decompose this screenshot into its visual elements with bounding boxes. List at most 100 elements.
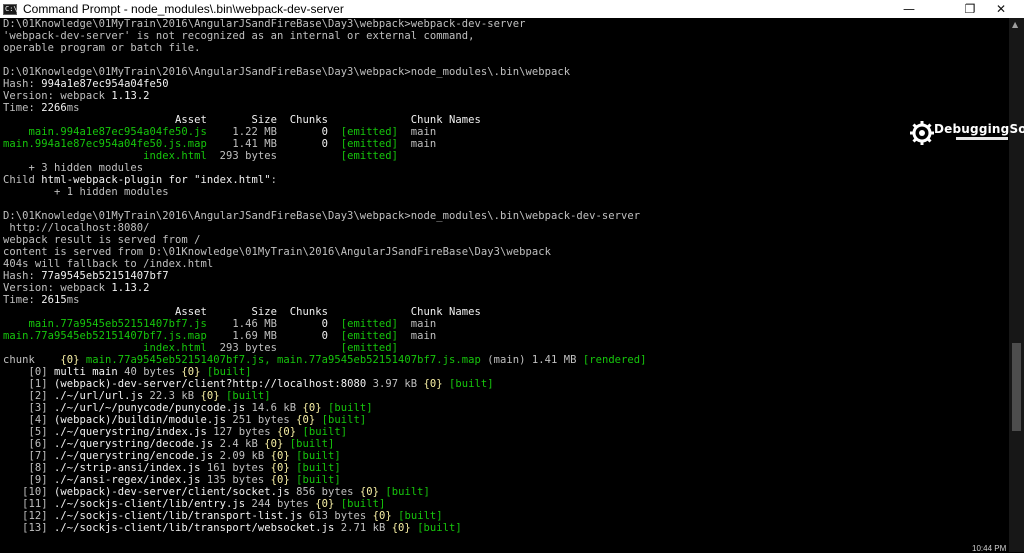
- console-text-segment: {0}: [264, 438, 284, 450]
- console-line: Asset Size Chunks Chunk Names: [3, 114, 1007, 126]
- cmd-app-icon[interactable]: C:\: [3, 3, 18, 15]
- console-text-segment: 127 bytes: [206, 426, 277, 438]
- console-text-segment: + 3 hidden modules: [3, 162, 144, 174]
- console-text-segment: http://localhost:8080/: [3, 222, 150, 234]
- console-text-segment: Asset Size Chunks Chunk Names: [3, 306, 481, 318]
- console-text-segment: 2.09 kB: [213, 450, 271, 462]
- console-text-segment: 14.6 kB: [245, 402, 303, 414]
- console-text-segment: [built]: [296, 450, 341, 462]
- console-text-segment: D:\01Knowledge\01MyTrain\2016\AngularJSa…: [3, 18, 526, 30]
- console-line: index.html 293 bytes [emitted]: [3, 150, 1007, 162]
- console-line: Time: 2266ms: [3, 102, 1007, 114]
- console-line: [12] ./~/sockjs-client/lib/transport-lis…: [3, 510, 1007, 522]
- console-text-segment: ./~/sockjs-client/lib/entry.js: [53, 498, 246, 510]
- console-text-segment: (main) 1.41 MB: [480, 354, 583, 366]
- close-button[interactable]: ✕: [978, 0, 1024, 18]
- console-text-segment: 2.71 kB: [334, 522, 392, 534]
- console-line: [4] (webpack)/buildin/module.js 251 byte…: [3, 414, 1007, 426]
- console-text-segment: {0}: [423, 378, 443, 390]
- vertical-scrollbar[interactable]: ▲: [1009, 18, 1024, 552]
- console-text-segment: [8]: [3, 462, 54, 474]
- console-text-segment: [built]: [340, 498, 386, 510]
- console-line: main.77a9545eb52151407bf7.js.map 1.69 MB…: [3, 330, 1007, 342]
- console-text-segment: [built]: [289, 438, 335, 450]
- console-text-segment: [built]: [226, 390, 271, 402]
- cmd-icon-label: C:\: [5, 4, 18, 13]
- console-text-segment: {0}: [60, 354, 80, 366]
- console-text-segment: 77a9545eb52151407bf7: [41, 270, 169, 282]
- scrollbar-thumb[interactable]: [1012, 343, 1021, 431]
- console-line: Time: 2615ms: [3, 294, 1007, 306]
- console-text-segment: 251 bytes: [226, 414, 297, 426]
- console-text-segment: [9]: [3, 474, 54, 486]
- console-text-segment: [328, 126, 341, 138]
- console-text-segment: [built]: [398, 510, 443, 522]
- console-text-segment: 1.46 MB: [206, 318, 322, 330]
- console-text-segment: [2]: [3, 390, 54, 402]
- console-text-segment: 244 bytes: [245, 498, 316, 510]
- console-line: [9] ./~/ansi-regex/index.js 135 bytes {0…: [3, 474, 1007, 486]
- maximize-icon: ❐: [964, 2, 976, 16]
- console-text-segment: {0}: [359, 486, 379, 498]
- console-text-segment: [emitted]: [340, 318, 399, 330]
- console-text-segment: main.994a1e87ec954a04fe50.js.map: [3, 138, 207, 150]
- console-output[interactable]: D:\01Knowledge\01MyTrain\2016\AngularJSa…: [3, 18, 1007, 552]
- console-text-segment: (webpack)/buildin/module.js: [53, 414, 227, 426]
- console-text-segment: {0}: [270, 450, 290, 462]
- console-line: webpack result is served from /: [3, 234, 1007, 246]
- console-text-segment: main: [398, 318, 437, 330]
- minimize-button[interactable]: —: [886, 0, 932, 18]
- console-text-segment: multi main: [53, 366, 118, 378]
- title-bar[interactable]: C:\ Command Prompt - node_modules\.bin\w…: [0, 0, 1024, 18]
- console-text-segment: [built]: [302, 426, 348, 438]
- console-text-segment: 2615: [41, 294, 67, 306]
- console-text-segment: operable program or batch file.: [3, 42, 201, 54]
- console-text-segment: 2.4 kB: [213, 438, 265, 450]
- console-line: [10] (webpack)-dev-server/client/socket.…: [3, 486, 1007, 498]
- console-text-segment: 856 bytes: [289, 486, 360, 498]
- console-line: + 1 hidden modules: [3, 186, 1007, 198]
- console-text-segment: 1.13.2: [111, 282, 150, 294]
- console-text-segment: ./~/url/~/punycode/punycode.js: [53, 402, 246, 414]
- console-text-segment: 1.13.2: [111, 90, 150, 102]
- console-text-segment: [1]: [3, 378, 54, 390]
- console-text-segment: [5]: [3, 426, 54, 438]
- console-text-segment: 161 bytes: [200, 462, 271, 474]
- console-text-segment: [7]: [3, 450, 54, 462]
- console-line: operable program or batch file.: [3, 42, 1007, 54]
- console-text-segment: ./~/ansi-regex/index.js: [53, 474, 201, 486]
- scroll-up-arrow-icon[interactable]: ▲: [1012, 20, 1018, 29]
- console-text-segment: Child: [3, 174, 42, 186]
- console-text-segment: + 1 hidden modules: [3, 186, 169, 198]
- console-text-segment: ./~/querystring/encode.js: [53, 450, 214, 462]
- console-text-segment: ms: [66, 102, 80, 114]
- console-text-segment: 2266: [41, 102, 67, 114]
- console-text-segment: [emitted]: [340, 126, 399, 138]
- console-text-segment: 293 bytes: [206, 150, 341, 162]
- console-text-segment: :: [270, 174, 277, 186]
- console-text-segment: main: [398, 138, 437, 150]
- console-line: index.html 293 bytes [emitted]: [3, 342, 1007, 354]
- console-line: [7] ./~/querystring/encode.js 2.09 kB {0…: [3, 450, 1007, 462]
- console-line: content is served from D:\01Knowledge\01…: [3, 246, 1007, 258]
- console-text-segment: chunk: [3, 354, 61, 366]
- console-text-segment: html-webpack-plugin for "index.html": [41, 174, 271, 186]
- console-text-segment: [328, 318, 341, 330]
- console-line: [11] ./~/sockjs-client/lib/entry.js 244 …: [3, 498, 1007, 510]
- console-text-segment: index.html: [3, 150, 207, 162]
- console-text-segment: [built]: [449, 378, 494, 390]
- console-line: 'webpack-dev-server' is not recognized a…: [3, 30, 1007, 42]
- console-text-segment: webpack result is served from /: [3, 234, 201, 246]
- console-text-segment: main: [398, 330, 437, 342]
- console-text-segment: [rendered]: [582, 354, 647, 366]
- console-text-segment: D:\01Knowledge\01MyTrain\2016\AngularJSa…: [3, 210, 641, 222]
- console-line: Hash: 77a9545eb52151407bf7: [3, 270, 1007, 282]
- close-icon: ✕: [995, 2, 1007, 16]
- console-text-segment: {0}: [200, 390, 220, 402]
- console-text-segment: 3.97 kB: [366, 378, 424, 390]
- console-text-segment: ./~/querystring/decode.js: [53, 438, 214, 450]
- console-text-segment: [328, 330, 341, 342]
- console-text-segment: [built]: [296, 474, 341, 486]
- logo-tagline-bar: [956, 137, 1008, 140]
- console-text-segment: ./~/strip-ansi/index.js: [53, 462, 201, 474]
